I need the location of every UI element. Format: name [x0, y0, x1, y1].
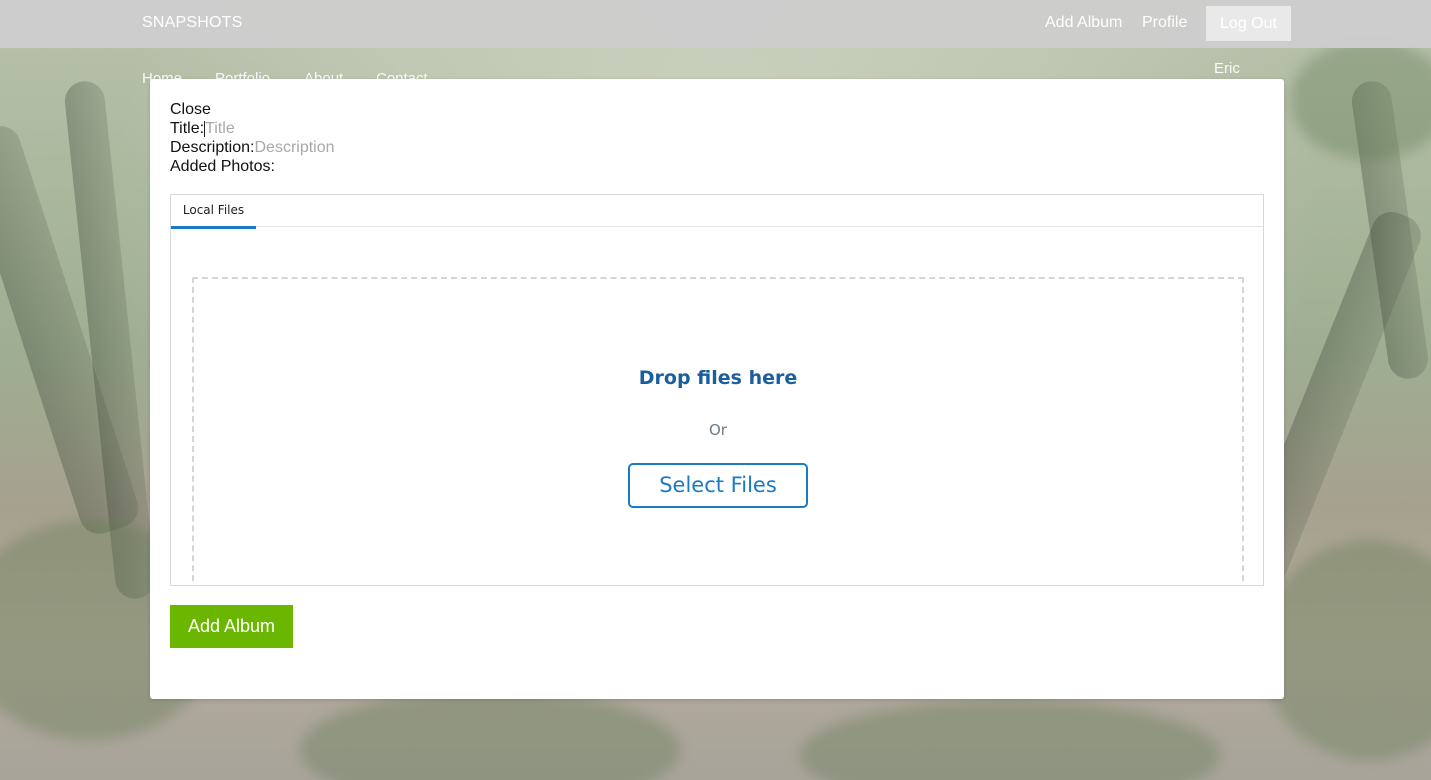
or-text: Or	[709, 421, 727, 439]
file-picker: Local Files Drop files here Or Select Fi…	[170, 194, 1264, 586]
username-label: Eric	[1214, 60, 1240, 77]
top-navbar: SNAPSHOTS Add Album Profile Log Out	[0, 0, 1431, 48]
logout-button[interactable]: Log Out	[1206, 6, 1291, 41]
brand-logo[interactable]: SNAPSHOTS	[142, 14, 243, 32]
nav-profile-link[interactable]: Profile	[1142, 14, 1187, 32]
album-form: Close Title: Description: Added Photos:	[170, 100, 455, 176]
added-photos-label: Added Photos:	[170, 158, 275, 175]
description-label: Description:	[170, 139, 255, 156]
picker-tab-bar: Local Files	[171, 195, 1263, 229]
add-album-modal: Close Title: Description: Added Photos: …	[150, 79, 1284, 699]
drop-zone[interactable]: Drop files here Or Select Files	[192, 277, 1244, 585]
select-files-button[interactable]: Select Files	[628, 463, 808, 508]
add-album-submit-button[interactable]: Add Album	[170, 605, 293, 648]
drop-files-text: Drop files here	[638, 367, 798, 389]
title-label: Title:	[170, 120, 205, 137]
close-link[interactable]: Close	[170, 100, 211, 119]
nav-add-album-link[interactable]: Add Album	[1045, 14, 1122, 32]
tab-local-files[interactable]: Local Files	[171, 195, 256, 229]
description-input[interactable]	[254, 138, 455, 157]
title-input[interactable]	[205, 119, 406, 138]
